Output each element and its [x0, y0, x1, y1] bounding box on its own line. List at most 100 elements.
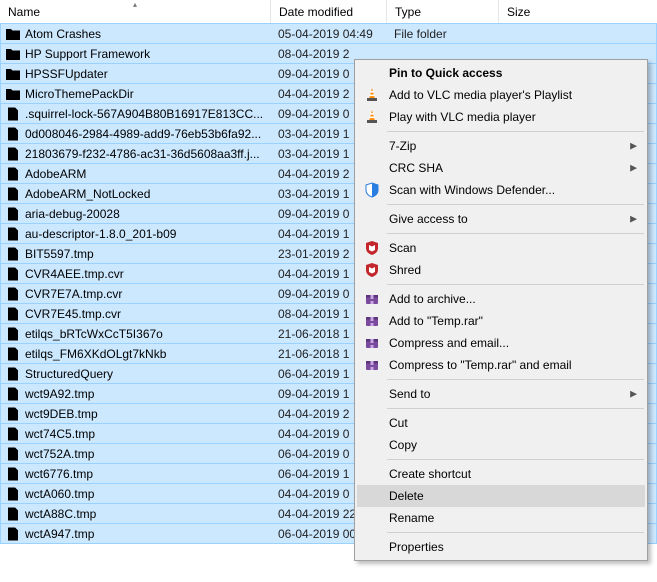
file-icon: [5, 446, 21, 462]
menu-icon-spacer: [363, 386, 381, 402]
menu-icon-spacer: [363, 437, 381, 453]
menu-item-label: Add to VLC media player's Playlist: [389, 88, 623, 102]
menu-item-cut[interactable]: Cut: [357, 412, 645, 434]
menu-item-delete[interactable]: Delete: [357, 485, 645, 507]
column-header: Name ▴ Date modified Type Size: [0, 0, 657, 24]
file-date: 06-04-2019 1: [278, 467, 349, 481]
menu-separator: [387, 284, 644, 285]
file-icon: [5, 386, 21, 402]
menu-item-label: Create shortcut: [389, 467, 623, 481]
file-date: 21-06-2018 1: [278, 327, 349, 341]
menu-item-scan[interactable]: Scan: [357, 237, 645, 259]
menu-item-crc-sha[interactable]: CRC SHA: [357, 157, 645, 179]
menu-separator: [387, 408, 644, 409]
menu-item-compress-to-temp-rar-and-email[interactable]: Compress to "Temp.rar" and email: [357, 354, 645, 376]
file-date: 06-04-2019 0: [278, 447, 349, 461]
file-date: 06-04-2019 1: [278, 367, 349, 381]
menu-item-label: Scan: [389, 241, 623, 255]
file-name: aria-debug-20028: [25, 207, 120, 221]
menu-item-copy[interactable]: Copy: [357, 434, 645, 456]
menu-item-add-to-archive[interactable]: Add to archive...: [357, 288, 645, 310]
file-name: AdobeARM_NotLocked: [25, 187, 150, 201]
file-icon: [5, 246, 21, 262]
file-name: .squirrel-lock-567A904B80B16917E813CC...: [25, 107, 263, 121]
file-name: MicroThemePackDir: [25, 87, 134, 101]
table-row[interactable]: Atom Crashes 05-04-2019 04:49 File folde…: [0, 23, 657, 44]
menu-item-label: Properties: [389, 540, 623, 554]
file-icon: [5, 526, 21, 542]
file-date: 23-01-2019 2: [278, 247, 349, 261]
mcafee-icon: [363, 262, 381, 278]
menu-item-properties[interactable]: Properties: [357, 536, 645, 558]
file-date: 03-04-2019 1: [278, 147, 349, 161]
menu-item-pin-to-quick-access[interactable]: Pin to Quick access: [357, 62, 645, 84]
menu-separator: [387, 131, 644, 132]
column-size-label: Size: [507, 5, 530, 19]
file-date: 21-06-2018 1: [278, 347, 349, 361]
menu-item-label: Cut: [389, 416, 623, 430]
menu-item-shred[interactable]: Shred: [357, 259, 645, 281]
menu-item-play-with-vlc-media-player[interactable]: Play with VLC media player: [357, 106, 645, 128]
file-date: 04-04-2019 1: [278, 227, 349, 241]
file-date: 09-04-2019 0: [278, 287, 349, 301]
file-date: 03-04-2019 1: [278, 127, 349, 141]
file-icon: [5, 406, 21, 422]
file-name: BIT5597.tmp: [25, 247, 94, 261]
mcafee-icon: [363, 240, 381, 256]
menu-item-give-access-to[interactable]: Give access to: [357, 208, 645, 230]
menu-icon-spacer: [363, 466, 381, 482]
menu-item-scan-with-windows-defender[interactable]: Scan with Windows Defender...: [357, 179, 645, 201]
file-icon: [5, 326, 21, 342]
menu-item-label: Give access to: [389, 212, 623, 226]
menu-item-add-to-vlc-media-player-s-playlist[interactable]: Add to VLC media player's Playlist: [357, 84, 645, 106]
file-name: CVR7E7A.tmp.cvr: [25, 287, 122, 301]
menu-item-send-to[interactable]: Send to: [357, 383, 645, 405]
menu-item-label: Pin to Quick access: [389, 66, 623, 80]
menu-item-compress-and-email[interactable]: Compress and email...: [357, 332, 645, 354]
column-type[interactable]: Type: [387, 0, 499, 23]
vlc-icon: [363, 109, 381, 125]
file-name: etilqs_FM6XKdOLgt7kNkb: [25, 347, 166, 361]
file-date: 09-04-2019 0: [278, 207, 349, 221]
column-date[interactable]: Date modified: [271, 0, 387, 23]
menu-item-label: Play with VLC media player: [389, 110, 623, 124]
menu-item-label: Add to "Temp.rar": [389, 314, 623, 328]
file-icon: [5, 126, 21, 142]
file-name: AdobeARM: [25, 167, 86, 181]
file-date: 04-04-2019 1: [278, 267, 349, 281]
file-icon: [5, 146, 21, 162]
file-date: 09-04-2019 1: [278, 387, 349, 401]
file-icon: [5, 426, 21, 442]
file-icon: [5, 366, 21, 382]
file-icon: [5, 286, 21, 302]
file-name: 21803679-f232-4786-ac31-36d5608aa3ff.j..…: [25, 147, 260, 161]
menu-item-7-zip[interactable]: 7-Zip: [357, 135, 645, 157]
column-size[interactable]: Size: [499, 0, 657, 23]
file-name: StructuredQuery: [25, 367, 113, 381]
menu-icon-spacer: [363, 160, 381, 176]
file-icon: [5, 306, 21, 322]
file-name: wct9A92.tmp: [25, 387, 94, 401]
menu-item-label: Compress to "Temp.rar" and email: [389, 358, 623, 372]
menu-item-rename[interactable]: Rename: [357, 507, 645, 529]
file-date: 08-04-2019 1: [278, 307, 349, 321]
column-name[interactable]: Name ▴: [0, 0, 271, 23]
file-icon: [5, 466, 21, 482]
menu-item-label: Rename: [389, 511, 623, 525]
folder-icon: [5, 26, 21, 42]
archive-icon: [363, 357, 381, 373]
menu-item-add-to-temp-rar[interactable]: Add to "Temp.rar": [357, 310, 645, 332]
file-name: CVR7E45.tmp.cvr: [25, 307, 121, 321]
menu-separator: [387, 379, 644, 380]
menu-item-create-shortcut[interactable]: Create shortcut: [357, 463, 645, 485]
menu-item-label: Shred: [389, 263, 623, 277]
file-name: wctA88C.tmp: [25, 507, 96, 521]
menu-item-label: Add to archive...: [389, 292, 623, 306]
file-name: wctA060.tmp: [25, 487, 94, 501]
menu-icon-spacer: [363, 488, 381, 504]
menu-icon-spacer: [363, 65, 381, 81]
menu-item-label: Send to: [389, 387, 623, 401]
menu-separator: [387, 204, 644, 205]
menu-separator: [387, 233, 644, 234]
file-icon: [5, 106, 21, 122]
